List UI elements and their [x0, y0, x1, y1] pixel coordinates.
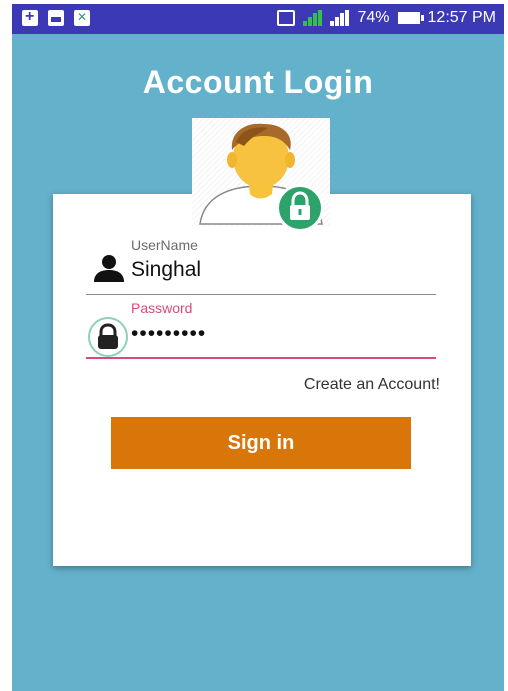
lock-icon	[290, 191, 310, 220]
battery-icon	[397, 12, 424, 24]
sign-in-button[interactable]: Sign in	[111, 417, 411, 469]
battery-percent: 74%	[357, 9, 390, 26]
page-title: Account Login	[142, 64, 374, 100]
status-bar: 74% 12:57 PM	[12, 4, 504, 34]
vibrate-icon	[277, 10, 296, 26]
username-label: UserName	[131, 237, 198, 253]
image-icon	[48, 10, 64, 26]
lock-icon	[98, 323, 118, 349]
username-underline	[86, 294, 436, 295]
battery-plus-icon	[22, 8, 38, 26]
create-account-link[interactable]: Create an Account!	[304, 376, 440, 394]
password-underline	[86, 357, 436, 359]
signal-icon	[330, 10, 350, 26]
x-app-icon	[74, 10, 90, 26]
lock-badge	[276, 184, 324, 232]
phone-screen: 74% 12:57 PM Account Login	[12, 4, 504, 691]
signal-icon	[303, 10, 323, 26]
clock-time: 12:57 PM	[427, 9, 496, 26]
status-left-icons	[22, 8, 90, 26]
password-label: Password	[131, 300, 193, 316]
password-field[interactable]: •••••••••	[131, 322, 206, 346]
username-field[interactable]: Singhal	[131, 258, 201, 282]
status-right: 74% 12:57 PM	[277, 9, 496, 27]
password-lock-button[interactable]	[88, 317, 128, 357]
person-icon	[92, 253, 126, 283]
